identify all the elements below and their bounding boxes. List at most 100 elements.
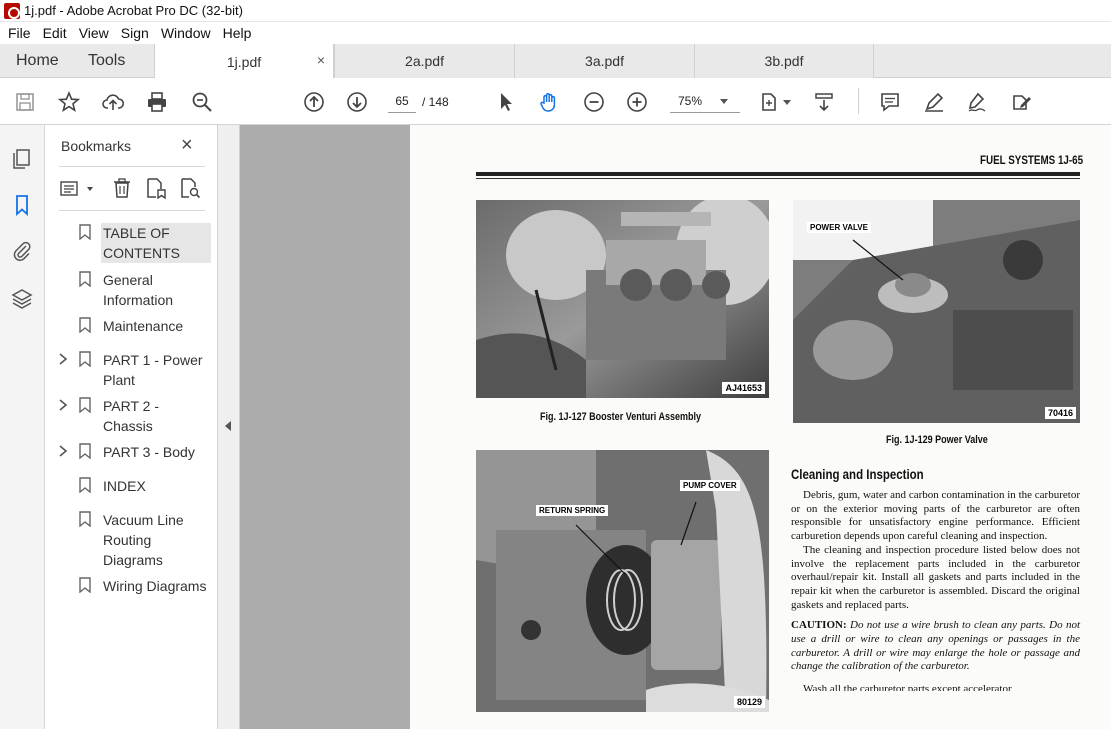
redact-edit-icon[interactable]: [1009, 90, 1033, 114]
caution-paragraph: CAUTION: Do not use a wire brush to clea…: [791, 619, 1080, 674]
divider: [59, 166, 205, 167]
bookmark-icon: [79, 224, 91, 240]
options-menu-icon[interactable]: [59, 177, 83, 201]
menu-file[interactable]: File: [4, 25, 35, 41]
save-icon[interactable]: [13, 90, 37, 114]
photo-code: 80129: [733, 696, 765, 708]
paragraph-cut: Wash all the carburetor parts except acc…: [803, 683, 1012, 692]
bookmark-icon: [79, 443, 91, 459]
menu-sign[interactable]: Sign: [117, 25, 153, 41]
bookmark-icon: [79, 397, 91, 413]
bookmark-label: Vacuum Line Routing Diagrams: [103, 512, 184, 568]
page-number-input[interactable]: 65: [388, 89, 416, 113]
title-bar: 1j.pdf - Adobe Acrobat Pro DC (32-bit): [0, 0, 1111, 22]
photo-label: PUMP COVER: [680, 480, 740, 491]
print-icon[interactable]: [145, 90, 169, 114]
paragraph: The cleaning and inspection procedure li…: [791, 543, 1080, 611]
bookmark-icon: [79, 577, 91, 593]
bookmark-label: PART 1 - Power Plant: [103, 352, 203, 388]
left-navigation-rail: [0, 125, 45, 729]
bookmark-label: General Information: [103, 272, 174, 308]
header-rule: [476, 178, 1080, 179]
tab-doc-label: 3b.pdf: [764, 53, 804, 69]
tab-doc-2a[interactable]: 2a.pdf: [334, 44, 514, 78]
tab-bar: Home Tools 1j.pdf × 2a.pdf 3a.pdf 3b.pdf: [0, 44, 1111, 79]
close-icon[interactable]: ×: [181, 135, 193, 155]
highlight-pen-icon[interactable]: [922, 90, 946, 114]
tab-doc-label: 2a.pdf: [405, 53, 444, 69]
section-heading: Cleaning and Inspection: [791, 466, 924, 482]
star-icon[interactable]: [57, 90, 81, 114]
zoom-level-field[interactable]: 75%: [670, 89, 740, 113]
acrobat-logo-icon: [4, 3, 20, 19]
chevron-down-icon[interactable]: [720, 99, 728, 104]
tab-doc-3b[interactable]: 3b.pdf: [694, 44, 874, 78]
menu-view[interactable]: View: [75, 25, 113, 41]
bookmark-icon: [79, 477, 91, 493]
chevron-down-icon[interactable]: [783, 100, 791, 105]
photo-code: 70416: [1044, 407, 1076, 419]
page-total: / 148: [422, 95, 449, 109]
bookmark-label: Wiring Diagrams: [103, 578, 207, 594]
collapse-arrow-icon[interactable]: [225, 421, 231, 431]
chevron-right-icon[interactable]: [57, 352, 69, 366]
bookmark-label: PART 3 - Body: [103, 444, 195, 460]
bookmark-search-icon[interactable]: [179, 177, 203, 201]
paragraph: Debris, gum, water and carbon contaminat…: [791, 489, 1080, 543]
zoom-search-icon[interactable]: [190, 90, 214, 114]
page-fit-icon[interactable]: [757, 90, 781, 114]
select-cursor-icon[interactable]: [494, 90, 518, 114]
previous-page-icon[interactable]: [302, 90, 326, 114]
tab-doc-3a[interactable]: 3a.pdf: [514, 44, 694, 78]
menu-window[interactable]: Window: [157, 25, 215, 41]
comment-icon[interactable]: [878, 90, 902, 114]
bookmarks-panel-title: Bookmarks: [61, 138, 132, 154]
bookmark-label: TABLE OF CONTENTS: [101, 223, 211, 263]
chevron-down-icon[interactable]: [87, 187, 93, 191]
panel-collapse-handle[interactable]: [218, 125, 240, 729]
bookmarks-panel: Bookmarks × TABLE OF CONTENTS General Inf…: [45, 125, 218, 729]
chevron-right-icon[interactable]: [57, 398, 69, 412]
tab-doc-1j[interactable]: 1j.pdf ×: [154, 44, 334, 79]
caution-label: CAUTION:: [791, 619, 847, 632]
bookmark-icon: [79, 317, 91, 333]
next-page-icon[interactable]: [345, 90, 369, 114]
figure-caption: Fig. 1J-127 Booster Venturi Assembly: [540, 411, 702, 423]
page-header: FUEL SYSTEMS 1J-65: [979, 153, 1084, 167]
bookmark-label: INDEX: [103, 478, 146, 494]
photo-code: AJ41653: [722, 382, 765, 394]
photo-label: POWER VALVE: [807, 222, 871, 233]
bookmark-icon: [79, 351, 91, 367]
tab-home[interactable]: Home: [16, 52, 59, 70]
menu-edit[interactable]: Edit: [39, 25, 71, 41]
body-text: Debris, gum, water and carbon contaminat…: [791, 489, 1080, 691]
photo-label: RETURN SPRING: [536, 505, 609, 516]
tab-close-icon[interactable]: ×: [317, 52, 325, 68]
attachment-paperclip-icon[interactable]: [10, 239, 34, 263]
document-viewer[interactable]: FUEL SYSTEMS 1J-65 AJ41653 Fig. 1J-127 B…: [240, 125, 1111, 729]
pdf-page: FUEL SYSTEMS 1J-65 AJ41653 Fig. 1J-127 B…: [410, 125, 1111, 729]
tab-doc-label: 1j.pdf: [226, 53, 262, 70]
bookmark-panel-icon[interactable]: [10, 193, 34, 217]
figure-caption: Fig. 1J-129 Power Valve: [886, 434, 988, 446]
menu-help[interactable]: Help: [219, 25, 256, 41]
scroll-mode-icon[interactable]: [812, 90, 836, 114]
zoom-out-icon[interactable]: [582, 90, 606, 114]
upload-cloud-icon[interactable]: [101, 90, 125, 114]
hand-tool-icon[interactable]: [537, 90, 561, 114]
bookmark-label: PART 2 - Chassis: [103, 398, 160, 434]
figure-power-valve-photo: POWER VALVE 70416: [793, 200, 1080, 423]
delete-trash-icon[interactable]: [111, 177, 135, 201]
zoom-in-icon[interactable]: [625, 90, 649, 114]
figure-booster-venturi-photo: AJ41653: [476, 200, 769, 398]
chevron-right-icon[interactable]: [57, 444, 69, 458]
tab-tools[interactable]: Tools: [88, 52, 125, 70]
fill-sign-icon[interactable]: [965, 90, 989, 114]
figure-accelerator-pump-photo: RETURN SPRING PUMP COVER 80129: [476, 450, 769, 712]
bookmark-label: Maintenance: [103, 318, 184, 334]
bookmark-icon: [79, 271, 91, 287]
bookmark-tools: [59, 175, 209, 203]
page-thumbnails-icon[interactable]: [10, 147, 34, 171]
new-bookmark-icon[interactable]: [145, 177, 169, 201]
layers-icon[interactable]: [10, 287, 34, 311]
